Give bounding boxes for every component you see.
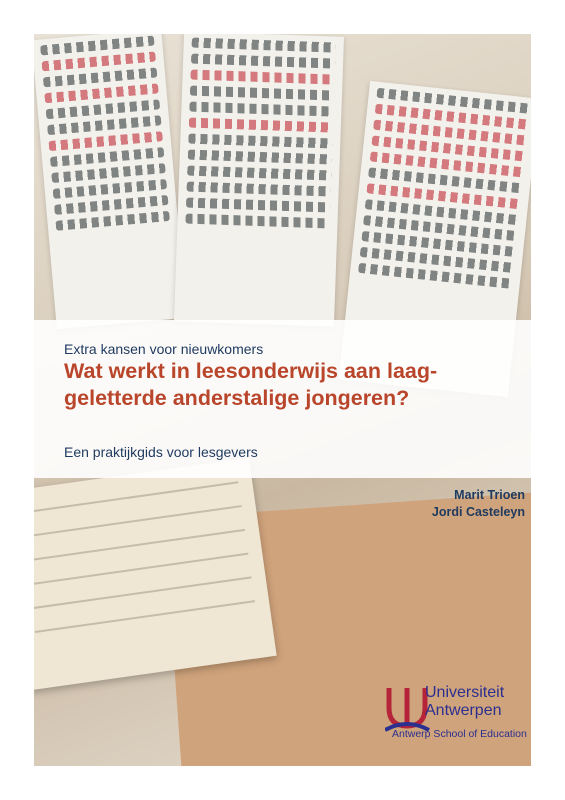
series-title: Extra kansen voor nieuwkomers bbox=[64, 341, 264, 357]
notebook bbox=[34, 457, 277, 691]
school-name: Antwerp School of Education bbox=[392, 728, 527, 740]
page-title: Wat werkt in leesonderwijs aan laag-gele… bbox=[64, 359, 438, 410]
letter-sheet bbox=[173, 34, 345, 327]
author-name: Jordi Casteleyn bbox=[431, 505, 525, 519]
logo-text: Universiteit Antwerpen bbox=[425, 684, 504, 720]
subtitle: Een praktijkgids voor lesgevers bbox=[64, 444, 258, 460]
letter-sheet bbox=[34, 34, 187, 330]
authors: Marit Trioen Jordi Casteleyn bbox=[432, 487, 525, 521]
author-name: Marit Trioen bbox=[454, 488, 525, 502]
logo-line1: Universiteit bbox=[425, 684, 505, 701]
logo-line2: Antwerpen bbox=[425, 702, 502, 719]
